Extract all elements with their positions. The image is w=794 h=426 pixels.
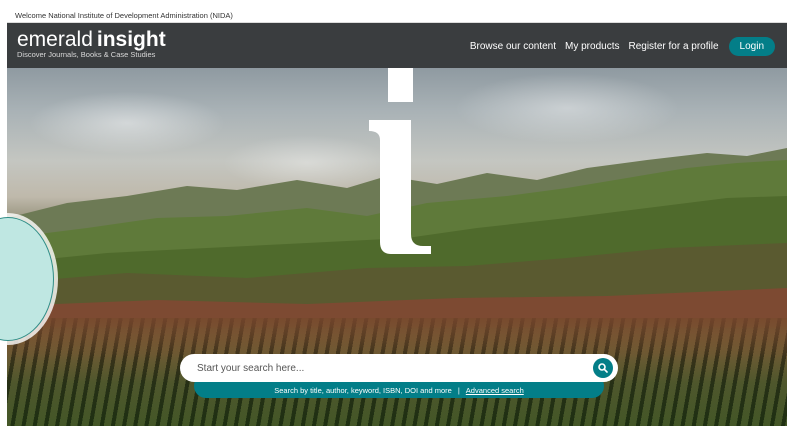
search-box <box>180 354 618 382</box>
brand-name-light: emerald <box>17 28 93 51</box>
search-icon <box>598 363 608 373</box>
search-help-text: Search by title, author, keyword, ISBN, … <box>274 386 452 395</box>
top-navbar: emerald insight Discover Journals, Books … <box>7 23 787 68</box>
nav-my-products[interactable]: My products <box>565 41 619 52</box>
brand-logo[interactable]: emerald insight Discover Journals, Books … <box>17 28 166 60</box>
help-separator: | <box>457 386 460 395</box>
page-frame: Welcome National Institute of Developmen… <box>7 6 787 426</box>
brand-name-bold: insight <box>96 28 166 51</box>
nav-register[interactable]: Register for a profile <box>628 41 718 52</box>
advanced-search-link[interactable]: Advanced search <box>466 386 524 395</box>
brand-tagline: Discover Journals, Books & Case Studies <box>17 50 156 59</box>
search-input[interactable] <box>197 360 577 376</box>
nav-links: Browse our content My products Register … <box>461 37 775 56</box>
nav-browse-content[interactable]: Browse our content <box>470 41 556 52</box>
search-button[interactable] <box>593 358 613 378</box>
welcome-banner: Welcome National Institute of Developmen… <box>7 6 787 23</box>
login-button[interactable]: Login <box>728 37 775 56</box>
